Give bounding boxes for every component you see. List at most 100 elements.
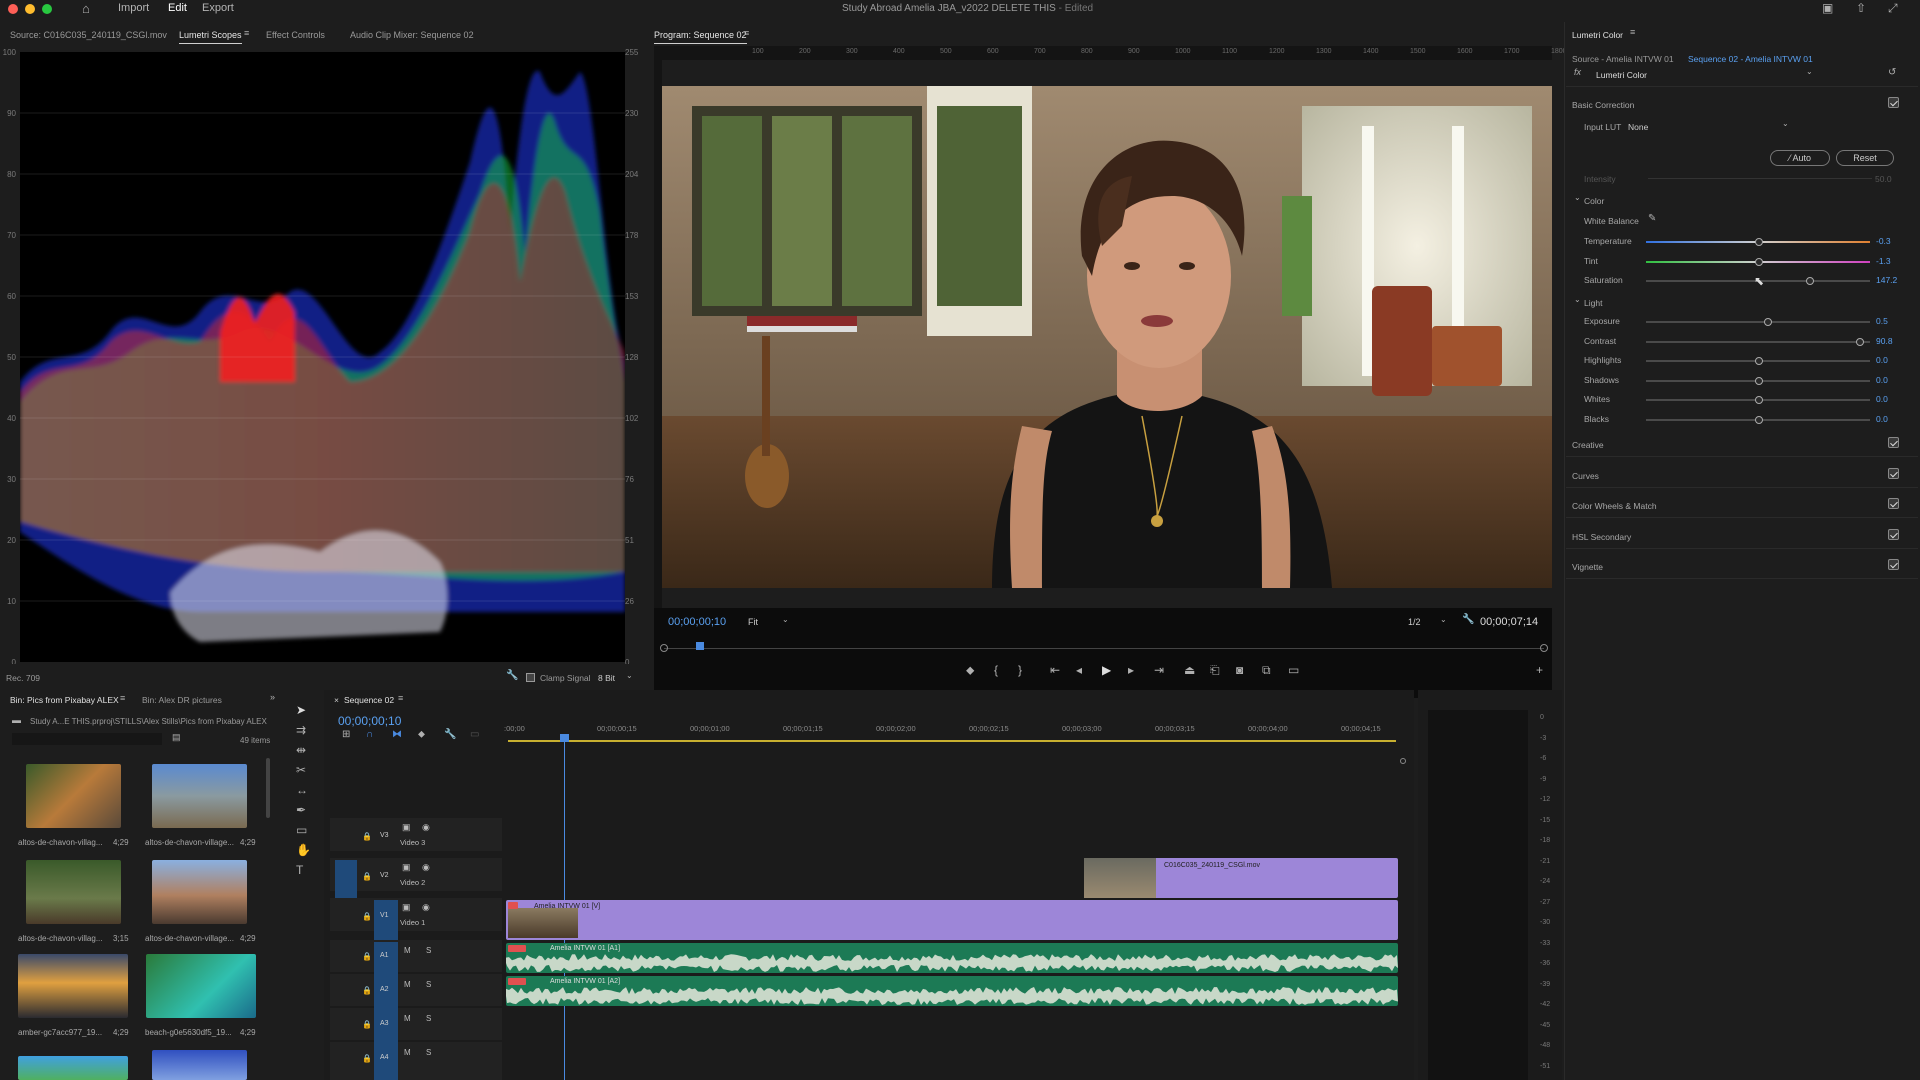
extract-icon[interactable]: ⎗	[1210, 664, 1220, 676]
mark-out-icon[interactable]: }	[1018, 664, 1022, 676]
basic-correction-header[interactable]: Basic Correction	[1572, 100, 1634, 110]
lock-icon[interactable]: 🔒	[362, 986, 372, 995]
bin-item-name[interactable]: beach-g0e5630df5_19...	[145, 1028, 232, 1037]
slider-value[interactable]: 0.0	[1876, 394, 1888, 404]
button-editor-add-icon[interactable]: +	[1536, 664, 1543, 676]
menu-edit[interactable]: Edit	[168, 2, 187, 14]
tab-bin-alex-dr[interactable]: Bin: Alex DR pictures	[142, 695, 222, 705]
chevron-down-icon[interactable]: ⌄	[1574, 194, 1581, 202]
bin-thumbnail[interactable]	[26, 764, 121, 828]
eye-icon[interactable]: ◉	[422, 902, 430, 913]
slider-value[interactable]: 90.8	[1876, 336, 1893, 346]
program-video-frame[interactable]	[662, 86, 1552, 588]
lumetri-section-header[interactable]: Color Wheels & Match	[1572, 501, 1657, 511]
marker-icon[interactable]: ⬥	[966, 664, 974, 676]
lock-icon[interactable]: 🔒	[362, 832, 372, 841]
clip-v1[interactable]: Amelia INTVW 01 [V]	[506, 900, 1398, 940]
mute-button[interactable]: M	[404, 1014, 411, 1023]
bit-depth-select[interactable]: 8 Bit	[598, 673, 615, 683]
clip-v2[interactable]: C016C035_240119_CSGl.mov	[1084, 858, 1398, 898]
lumetri-section-header[interactable]: Vignette	[1572, 562, 1603, 572]
lock-icon[interactable]: 🔒	[362, 912, 372, 921]
close-tab-icon[interactable]: ×	[334, 695, 339, 705]
bin-scrollbar[interactable]	[266, 758, 270, 818]
slider-knob[interactable]	[1856, 337, 1864, 346]
toggle-sync-icon[interactable]: ▣	[402, 862, 411, 873]
solo-button[interactable]: S	[426, 1014, 431, 1023]
timeline-end-handle[interactable]	[1400, 758, 1406, 764]
slider-knob[interactable]	[1755, 357, 1763, 365]
home-icon[interactable]: ⌂	[82, 2, 90, 15]
playhead-bar[interactable]	[664, 648, 1544, 649]
slider-knob[interactable]	[1755, 376, 1763, 385]
fullscreen-icon[interactable]: ⤢	[1888, 2, 1898, 14]
wrench-icon[interactable]: 🔧	[506, 671, 518, 681]
clip-a1[interactable]: Amelia INTVW 01 [A1]	[506, 943, 1398, 973]
reset-button[interactable]: Reset	[1836, 150, 1894, 166]
go-to-in-icon[interactable]: ⇤	[1050, 664, 1060, 676]
track-name[interactable]: A3	[380, 1020, 389, 1027]
export-frame-icon[interactable]: ◙	[1236, 664, 1243, 676]
timeline-ruler[interactable]: :00;00 00;00;00;15 00;00;01;00 00;00;01;15 0…	[504, 718, 1400, 736]
timeline-timecode[interactable]: 00;00;00;10	[338, 714, 401, 728]
bin-thumbnail[interactable]	[18, 954, 128, 1018]
chevron-down-icon[interactable]: ⌄	[1782, 120, 1789, 128]
playhead-handle[interactable]	[560, 734, 569, 742]
hand-tool-icon[interactable]: ✋	[296, 844, 311, 856]
track-name[interactable]: V2	[380, 872, 389, 879]
bin-thumbnail[interactable]	[146, 954, 256, 1018]
lock-icon[interactable]: 🔒	[362, 872, 372, 881]
share-icon[interactable]: ⇧	[1856, 2, 1866, 14]
lock-icon[interactable]: 🔒	[362, 1020, 372, 1029]
play-icon[interactable]: ▶	[1102, 664, 1111, 676]
slider-value[interactable]: -1.3	[1876, 256, 1891, 266]
track-name[interactable]: A2	[380, 986, 389, 993]
lift-icon[interactable]: ⏏	[1184, 664, 1195, 676]
mute-button[interactable]: M	[404, 980, 411, 989]
selection-tool-icon[interactable]: ➤	[296, 704, 306, 716]
lumetri-section-checkbox[interactable]	[1888, 437, 1899, 448]
eye-icon[interactable]: ◉	[422, 862, 430, 873]
track-target-v1[interactable]	[374, 900, 398, 940]
bin-thumbnail[interactable]	[152, 860, 247, 924]
lumetri-section-checkbox[interactable]	[1888, 559, 1899, 570]
wrench-icon[interactable]: 🔧	[1462, 615, 1474, 625]
work-area-bar[interactable]	[508, 740, 1396, 742]
lumetri-section-checkbox[interactable]	[1888, 467, 1899, 479]
light-section-header[interactable]: Light	[1584, 298, 1602, 308]
rectangle-tool-icon[interactable]: ▭	[296, 824, 307, 836]
lumetri-effect-select[interactable]: Lumetri Color	[1596, 70, 1647, 80]
program-timecode[interactable]: 00;00;00;10	[668, 616, 726, 628]
source-patch-v1[interactable]	[335, 860, 357, 898]
close-window-button[interactable]	[8, 4, 18, 14]
captions-icon[interactable]: ▭	[470, 730, 479, 740]
bin-thumbnail[interactable]	[18, 1056, 128, 1080]
maximize-window-button[interactable]	[42, 4, 52, 14]
solo-button[interactable]: S	[426, 1048, 431, 1057]
slider-track[interactable]	[1646, 340, 1870, 343]
chevron-down-icon[interactable]: ⌄	[626, 672, 633, 680]
bin-item-name[interactable]: altos-de-chavon-village...	[145, 838, 234, 847]
slider-knob[interactable]	[1806, 277, 1814, 285]
input-lut-select[interactable]: None	[1628, 122, 1648, 132]
razor-tool-icon[interactable]: ✂	[296, 764, 306, 776]
bin-thumbnail[interactable]	[26, 860, 121, 924]
minimize-window-button[interactable]	[25, 4, 35, 14]
lumetri-sequence-label[interactable]: Sequence 02 - Amelia INTVW 01	[1688, 54, 1813, 64]
chevron-down-icon[interactable]: ⌄	[1574, 296, 1581, 304]
bin-thumbnail[interactable]	[152, 1050, 247, 1080]
panel-menu-icon[interactable]: ≡	[1630, 28, 1635, 37]
clamp-signal-checkbox[interactable]	[526, 673, 535, 682]
tab-audio-clip-mixer[interactable]: Audio Clip Mixer: Sequence 02	[350, 30, 474, 40]
track-name[interactable]: A1	[380, 952, 389, 959]
lumetri-source-label[interactable]: Source - Amelia INTVW 01	[1572, 54, 1674, 64]
tab-bin-pixabay[interactable]: Bin: Pics from Pixabay ALEX	[10, 695, 119, 705]
slider-value[interactable]: 0.0	[1876, 355, 1888, 365]
comparison-view-icon[interactable]: ⧉	[1262, 664, 1271, 676]
workspaces-icon[interactable]: ▣	[1822, 2, 1833, 14]
linked-selection-icon[interactable]: ⧓	[392, 730, 402, 740]
chevron-down-icon[interactable]: ⌄	[782, 616, 789, 624]
ripple-edit-tool-icon[interactable]: ⇹	[296, 744, 306, 756]
tab-lumetri-scopes[interactable]: Lumetri Scopes	[179, 30, 242, 44]
bin-item-name[interactable]: altos-de-chavon-villag...	[18, 934, 102, 943]
